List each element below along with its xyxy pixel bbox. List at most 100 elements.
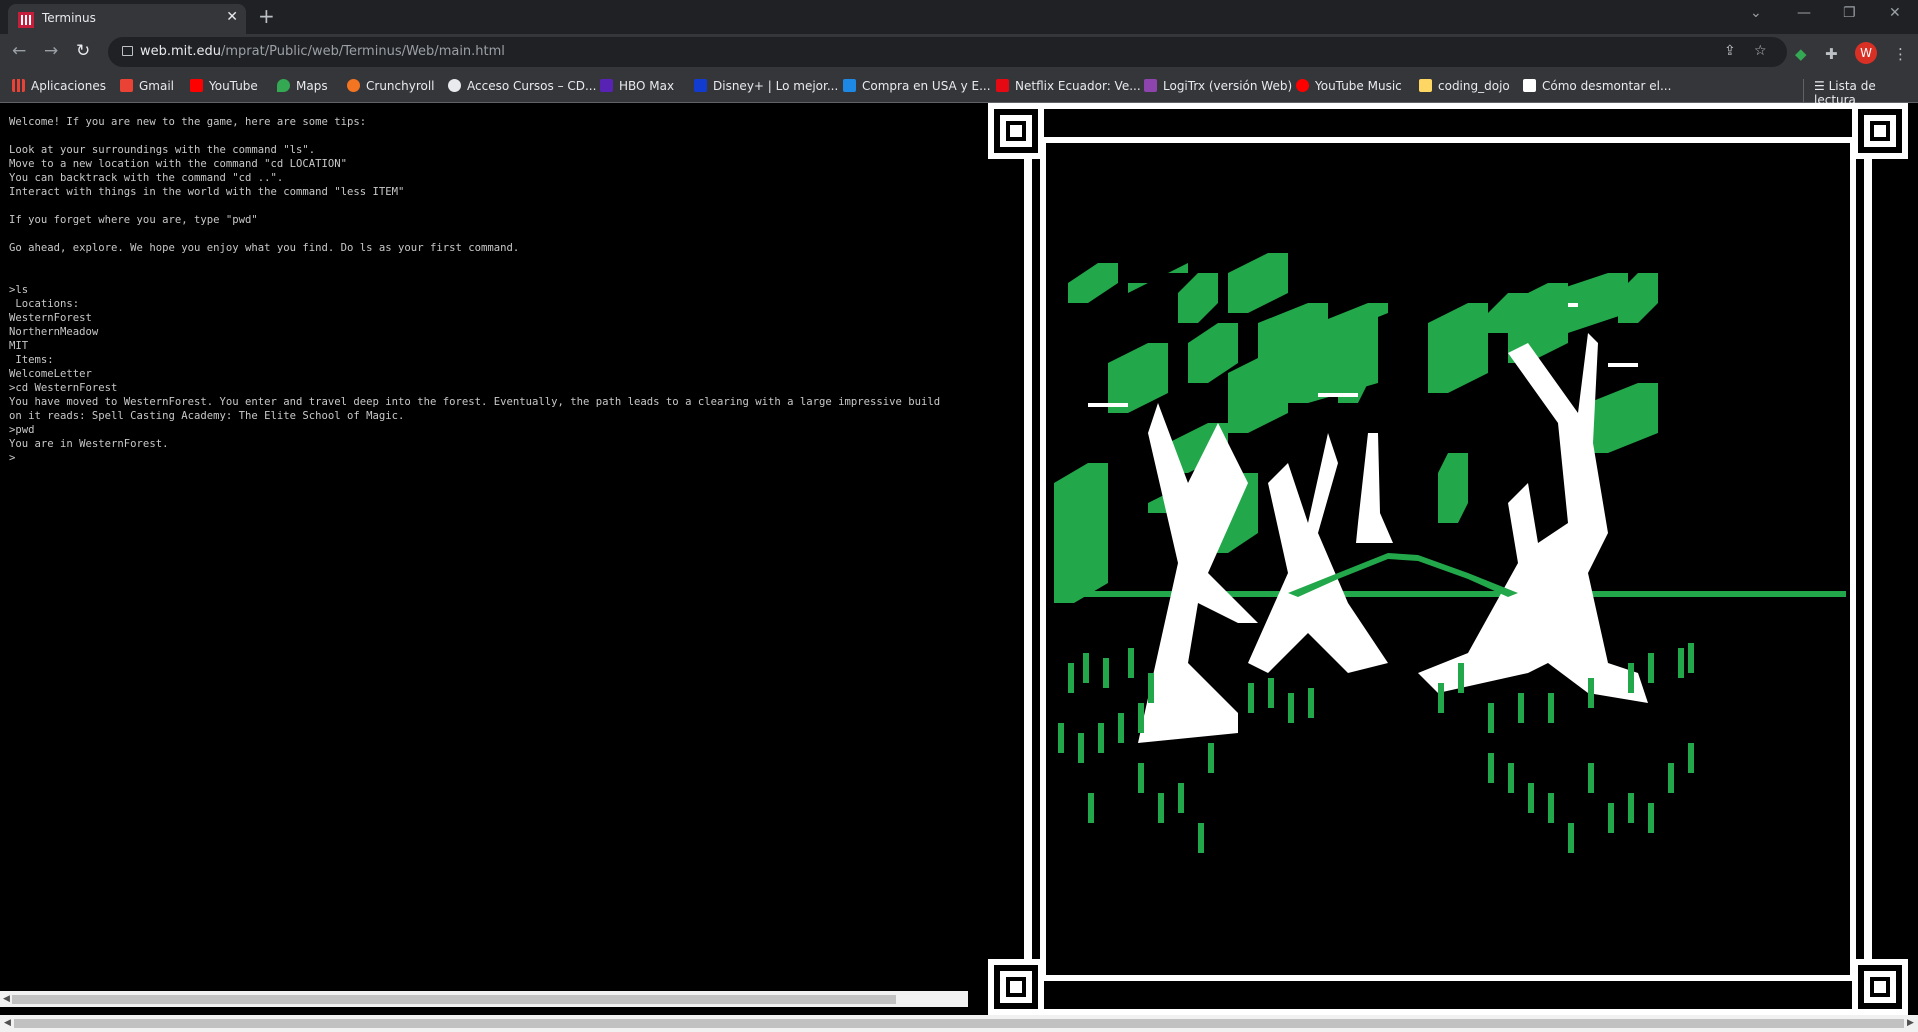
terminal-line: on it reads: Spell Casting Academy: The … <box>9 410 405 422</box>
grass-tuft <box>1178 783 1184 813</box>
terminal-line: You can backtrack with the command "cd .… <box>9 172 284 184</box>
grass-tuft <box>1488 703 1494 733</box>
bookmark-item[interactable]: Acceso Cursos – CD... <box>448 79 596 93</box>
bookmark-item[interactable]: HBO Max <box>600 79 674 93</box>
terminal-line: WesternForest <box>9 312 92 324</box>
tree-trunk-small <box>1356 433 1393 543</box>
grass-tuft <box>1568 823 1574 853</box>
terminal-line: Go ahead, explore. We hope you enjoy wha… <box>9 242 520 254</box>
scroll-left-icon[interactable]: ◀ <box>4 1018 11 1028</box>
grass-tuft <box>1158 793 1164 823</box>
bookmark-item[interactable]: Compra en USA y E... <box>843 79 991 93</box>
terminal-line: >pwd <box>9 424 35 436</box>
grass-tuft <box>1688 743 1694 773</box>
bookmark-item[interactable]: Cómo desmontar el... <box>1523 79 1671 93</box>
share-icon[interactable]: ⇪ <box>1724 43 1736 59</box>
bookmark-item[interactable]: Maps <box>277 79 328 93</box>
extensions-puzzle-icon[interactable]: ✚ <box>1825 45 1838 63</box>
leaf-cluster <box>1548 273 1628 333</box>
grass-tuft <box>1268 678 1274 708</box>
extension-shield-icon[interactable]: ◆ <box>1795 45 1807 63</box>
leaf-cluster <box>1228 253 1288 313</box>
terminal-line: You are in WesternForest. <box>9 438 169 450</box>
terminal-line: If you forget where you are, type "pwd" <box>9 214 258 226</box>
terminal-line: > <box>9 452 16 464</box>
grass-tuft <box>1458 663 1464 693</box>
scroll-left-icon[interactable]: ◀ <box>3 994 10 1004</box>
minimize-button[interactable]: — <box>1797 5 1811 21</box>
scrollbar-thumb[interactable] <box>14 1019 1904 1028</box>
grass-tuft <box>1508 763 1514 793</box>
grass-tuft <box>1083 653 1089 683</box>
grass-tuft <box>1588 678 1594 708</box>
grass-tuft <box>1148 673 1154 703</box>
profile-avatar[interactable]: W <box>1855 42 1877 64</box>
frame-inner-bottom-bar <box>1032 975 1864 981</box>
grass-tuft <box>1548 693 1554 723</box>
bookmark-item[interactable]: Aplicaciones <box>12 79 106 93</box>
scrollbar-thumb[interactable] <box>12 995 896 1004</box>
frame-left-bar <box>1024 143 1032 975</box>
terminal-line: Move to a new location with the command … <box>9 158 348 170</box>
grass-tuft <box>1103 658 1109 688</box>
scroll-right-icon[interactable]: ▶ <box>1907 1018 1914 1028</box>
bookmark-item[interactable]: coding_dojo <box>1419 79 1510 93</box>
grass-tuft <box>1098 723 1104 753</box>
reading-list-icon: ☰ <box>1814 79 1829 93</box>
url-text: web.mit.edu/mprat/Public/web/Terminus/We… <box>140 44 505 59</box>
tab-title: Terminus <box>42 11 96 25</box>
forest-illustration <box>988 103 1908 1015</box>
terminal-horizontal-scrollbar[interactable]: ◀ <box>0 991 968 1007</box>
browser-tab[interactable]: Terminus ✕ <box>8 4 246 34</box>
frame-left-inner-bar <box>1040 143 1046 975</box>
bookmark-item[interactable]: Netflix Ecuador: Ve... <box>996 79 1141 93</box>
menu-kebab-icon[interactable]: ⋮ <box>1893 45 1908 63</box>
leaf-cluster <box>1054 463 1108 603</box>
terminal-line: MIT <box>9 340 29 352</box>
grass-tuft <box>1078 733 1084 763</box>
branch <box>1318 393 1358 397</box>
grass-tuft <box>1438 683 1444 713</box>
grass-tuft <box>1308 688 1314 718</box>
apps-grid-icon <box>12 79 25 92</box>
url-path: /mprat/Public/web/Terminus/Web/main.html <box>221 44 505 59</box>
disney-plus-icon <box>694 79 707 92</box>
terminal-line: >ls <box>9 284 29 296</box>
grass-tuft <box>1678 648 1684 678</box>
bookmark-item[interactable]: Crunchyroll <box>347 79 435 93</box>
grass-tuft <box>1198 823 1204 853</box>
leaf-cluster <box>1438 453 1468 523</box>
grass-tuft <box>1118 713 1124 743</box>
youtube-icon <box>190 79 203 92</box>
bookmark-star-icon[interactable]: ☆ <box>1754 43 1767 59</box>
bookmark-item[interactable]: LogiTrx (versión Web) <box>1144 79 1292 93</box>
close-window-button[interactable]: ✕ <box>1889 5 1901 21</box>
grass-tuft <box>1608 803 1614 833</box>
leaf-cluster <box>1428 303 1488 393</box>
frame-inner-top-bar <box>1032 137 1864 143</box>
forward-arrow-icon[interactable]: → <box>44 41 58 61</box>
frame-right-bar <box>1864 143 1872 975</box>
frame-top-bar <box>988 103 1908 109</box>
bookmark-item[interactable]: Disney+ | Lo mejor... <box>694 79 838 93</box>
bookmark-item[interactable]: Gmail <box>120 79 174 93</box>
terminal-panel[interactable]: Welcome! If you are new to the game, her… <box>0 103 968 999</box>
new-tab-button[interactable]: + <box>258 4 275 28</box>
page-horizontal-scrollbar[interactable]: ◀ ▶ <box>0 1015 1918 1032</box>
close-tab-icon[interactable]: ✕ <box>226 9 238 25</box>
back-arrow-icon[interactable]: ← <box>12 41 26 61</box>
url-host: web.mit.edu <box>140 44 222 59</box>
shop-icon <box>843 79 856 92</box>
grass-tuft <box>1128 648 1134 678</box>
branch <box>1608 363 1638 367</box>
bookmark-item[interactable]: YouTube <box>190 79 258 93</box>
tab-search-icon[interactable]: ⌄ <box>1750 5 1762 21</box>
reload-icon[interactable]: ↻ <box>76 41 90 61</box>
restore-button[interactable]: ❐ <box>1843 5 1856 21</box>
gmail-icon <box>120 79 133 92</box>
address-bar[interactable]: web.mit.edu/mprat/Public/web/Terminus/We… <box>108 37 1787 67</box>
grass-tuft <box>1518 693 1524 723</box>
bookmark-item[interactable]: YouTube Music <box>1296 79 1402 93</box>
